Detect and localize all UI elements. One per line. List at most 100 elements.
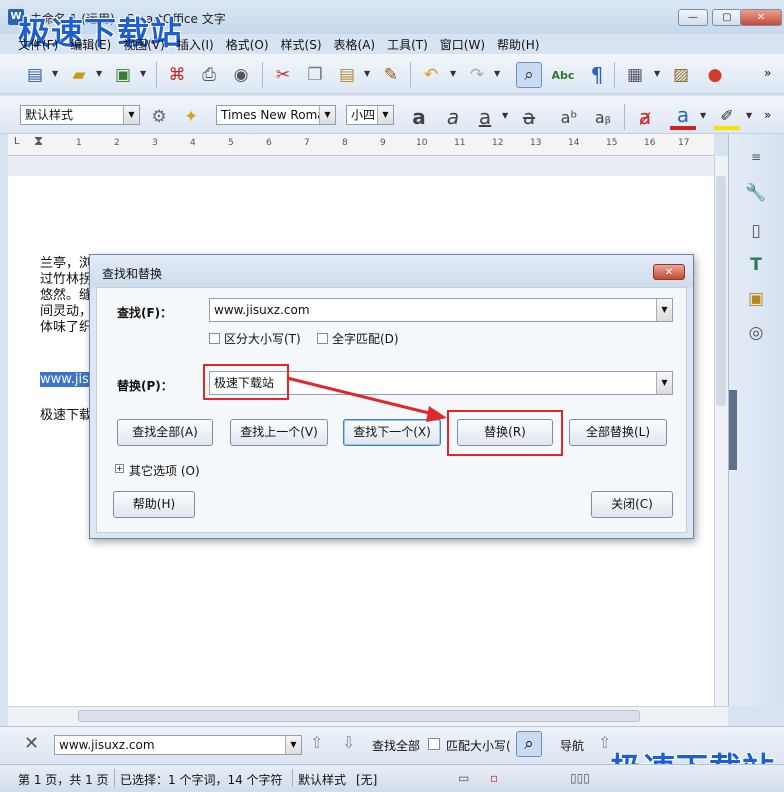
- selected-text[interactable]: www.jis: [40, 372, 89, 387]
- font-family-select[interactable]: Times New Roman ▼: [216, 105, 336, 125]
- redo-icon[interactable]: ↷: [464, 62, 490, 88]
- new-dropdown-arrow-icon: ▼: [52, 69, 59, 78]
- menu-file[interactable]: 文件(F): [12, 34, 64, 54]
- underline-icon[interactable]: a: [472, 104, 498, 130]
- page-icon[interactable]: ▯: [741, 216, 771, 246]
- sidebar-menu-icon[interactable]: ≡: [741, 142, 771, 172]
- pilcrow-icon[interactable]: ¶: [584, 62, 610, 88]
- find-replace-icon[interactable]: ⌕: [516, 731, 542, 757]
- toolbar-overflow-icon[interactable]: »: [764, 108, 771, 122]
- menu-tools[interactable]: 工具(T): [381, 34, 434, 54]
- horizontal-ruler[interactable]: L ⧗ 1 2 3 4 5 6 7 8 9 10 11 12 13 14 15 …: [8, 134, 714, 156]
- new-style-icon[interactable]: ✦: [178, 104, 204, 130]
- view-layout-icon[interactable]: ▯▯▯: [570, 771, 590, 785]
- minimize-button[interactable]: —: [678, 9, 708, 26]
- menu-window[interactable]: 窗口(W): [434, 34, 491, 54]
- close-window-button[interactable]: ✕: [740, 9, 782, 26]
- undo-icon[interactable]: ↶: [418, 62, 444, 88]
- toolbar-overflow-icon[interactable]: »: [764, 66, 771, 80]
- font-size-select[interactable]: 小四 ▼: [346, 105, 394, 125]
- paste-icon[interactable]: ▤: [334, 62, 360, 88]
- menu-insert[interactable]: 插入(I): [171, 34, 220, 54]
- image-icon[interactable]: ▨: [668, 62, 694, 88]
- chevron-down-icon[interactable]: ▼: [656, 299, 672, 321]
- menu-style[interactable]: 样式(S): [275, 34, 328, 54]
- gallery-icon[interactable]: ▣: [741, 284, 771, 314]
- find-all-button[interactable]: 查找全部: [372, 737, 420, 754]
- doc-line: 兰亭，浏: [40, 256, 93, 271]
- tab-stop-icon[interactable]: L: [14, 136, 20, 147]
- font-color-icon[interactable]: a: [670, 103, 696, 130]
- chevron-down-icon: ▼: [377, 106, 393, 124]
- doc-line: 极速下载: [40, 408, 93, 423]
- table-dropdown-arrow-icon: ▼: [654, 69, 661, 78]
- sidebar-collapse-handle[interactable]: [729, 390, 737, 470]
- insert-mode-icon[interactable]: ▭: [458, 771, 469, 785]
- clear-format-icon[interactable]: ⱥ: [632, 104, 658, 130]
- find-next-icon[interactable]: ⇩: [342, 733, 355, 752]
- print-icon[interactable]: ⎙: [196, 62, 222, 88]
- find-replace-icon[interactable]: ⌕: [516, 62, 542, 88]
- whole-word-option[interactable]: 全字匹配(D): [317, 330, 399, 347]
- chart-icon[interactable]: ●: [702, 62, 728, 88]
- horizontal-scroll-thumb[interactable]: [78, 710, 640, 722]
- status-separator: [292, 769, 293, 787]
- menu-edit[interactable]: 编辑(E): [64, 34, 117, 54]
- checkbox-icon[interactable]: [317, 333, 328, 344]
- match-case-checkbox[interactable]: [428, 738, 440, 750]
- more-options-toggle[interactable]: 其它选项 (O): [129, 462, 200, 479]
- ruler-tick: 4: [190, 138, 196, 148]
- paragraph-style-select[interactable]: 默认样式 ▼: [20, 105, 140, 125]
- dialog-close-button[interactable]: ✕: [653, 264, 685, 280]
- signature-icon[interactable]: ▫: [490, 771, 498, 785]
- wrench-icon[interactable]: 🔧: [741, 178, 771, 208]
- style-settings-icon[interactable]: ⚙: [146, 104, 172, 130]
- find-input[interactable]: www.jisuxz.com ▼: [209, 298, 673, 322]
- find-bar-input[interactable]: www.jisuxz.com ▼: [54, 735, 302, 755]
- match-case-option[interactable]: 区分大小写(T): [209, 330, 301, 347]
- find-all-button[interactable]: 查找全部(A): [117, 419, 213, 446]
- italic-icon[interactable]: a: [440, 104, 466, 130]
- vertical-scroll-thumb[interactable]: [716, 176, 726, 406]
- chevron-down-icon[interactable]: ▼: [656, 372, 672, 394]
- strikethrough-icon[interactable]: a: [516, 104, 542, 130]
- menu-bar: 文件(F) 编辑(E) 视图(V) 插入(I) 格式(O) 样式(S) 表格(A…: [0, 34, 784, 54]
- indent-marker-icon[interactable]: ⧗: [34, 134, 43, 149]
- status-mode: [无]: [356, 773, 378, 787]
- navigation-button[interactable]: 导航: [560, 737, 584, 754]
- find-bar-value: www.jisuxz.com: [59, 738, 155, 752]
- menu-format[interactable]: 格式(O): [220, 34, 275, 54]
- print-preview-icon[interactable]: ◉: [228, 62, 254, 88]
- navigator-compass-icon[interactable]: ◎: [741, 318, 771, 348]
- find-previous-icon[interactable]: ⇧: [310, 733, 323, 752]
- bold-icon[interactable]: a: [406, 104, 432, 130]
- save-icon[interactable]: ▣: [110, 62, 136, 88]
- spellcheck-icon[interactable]: Abc: [550, 62, 576, 88]
- menu-help[interactable]: 帮助(H): [491, 34, 545, 54]
- help-button[interactable]: 帮助(H): [113, 491, 195, 518]
- menu-view[interactable]: 视图(V): [117, 34, 171, 54]
- replace-all-button[interactable]: 全部替换(L): [569, 419, 667, 446]
- table-icon[interactable]: ▦: [622, 62, 648, 88]
- close-find-icon[interactable]: ✕: [24, 733, 39, 754]
- open-folder-icon[interactable]: ▰: [66, 62, 92, 88]
- checkbox-icon[interactable]: [209, 333, 220, 344]
- close-button[interactable]: 关闭(C): [591, 491, 673, 518]
- highlight-icon[interactable]: ✐: [714, 104, 740, 130]
- maximize-button[interactable]: ▢: [712, 9, 742, 26]
- text-style-icon[interactable]: T: [741, 250, 771, 280]
- format-paintbrush-icon[interactable]: ✎: [378, 62, 404, 88]
- standard-toolbar: ▤ ▼ ▰ ▼ ▣ ▼ ⌘ ⎙ ◉ ✂ ❐ ▤ ▼ ✎ ↶ ▼ ↷ ▼ ⌕ Ab…: [0, 54, 784, 94]
- expand-icon[interactable]: +: [115, 464, 124, 473]
- superscript-icon[interactable]: aᵇ: [556, 104, 582, 130]
- copy-icon[interactable]: ❐: [302, 62, 328, 88]
- ruler-tick: 1: [76, 138, 82, 148]
- menu-table[interactable]: 表格(A): [328, 34, 382, 54]
- subscript-icon[interactable]: aᵦ: [590, 104, 616, 130]
- export-pdf-icon[interactable]: ⌘: [164, 62, 190, 88]
- cut-icon[interactable]: ✂: [270, 62, 296, 88]
- formatting-toolbar: 默认样式 ▼ ⚙ ✦ Times New Roman ▼ 小四 ▼ a a a ▼ a…: [0, 96, 784, 134]
- doc-line: 间灵动，: [40, 304, 93, 319]
- new-document-icon[interactable]: ▤: [22, 62, 48, 88]
- chevron-down-icon: ▼: [285, 736, 301, 754]
